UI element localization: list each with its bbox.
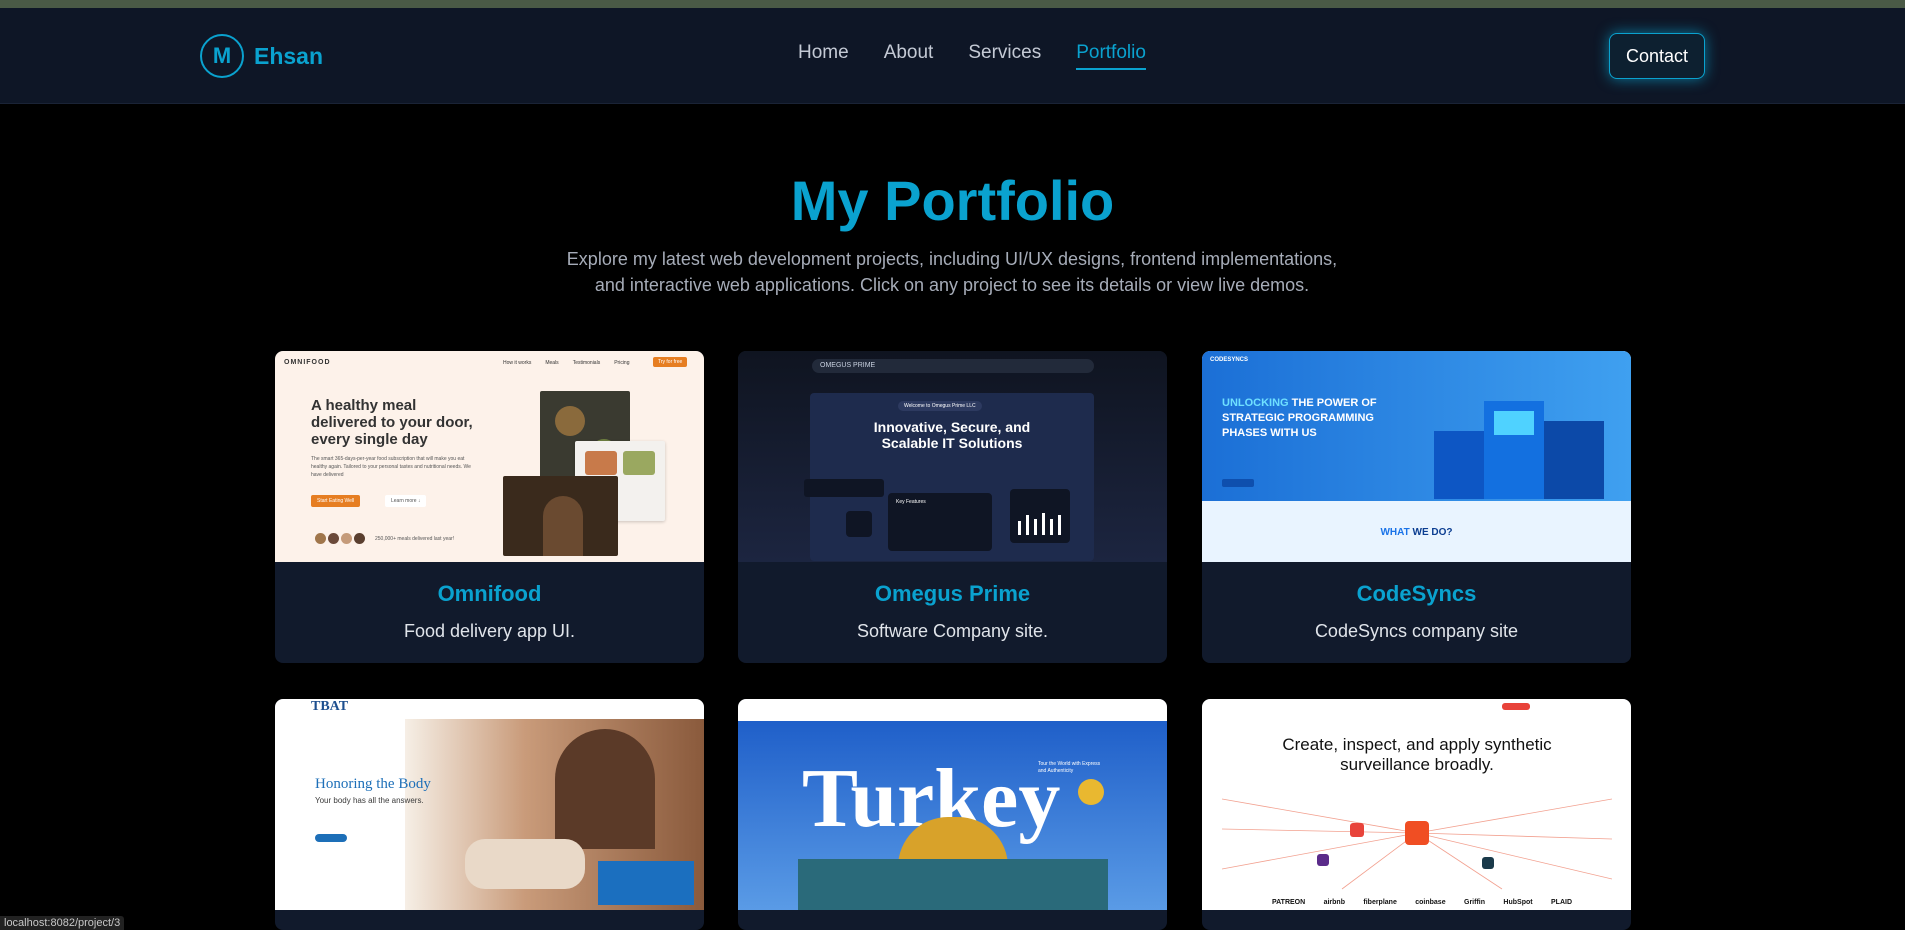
thumb-body: The smart 365-days-per-year food subscri… [311,456,471,478]
thumb-btn-secondary: Learn more ↓ [385,495,427,507]
project-card-5[interactable]: Tour the World with Express and Authenti… [738,699,1167,930]
project-thumbnail: TBAT Honoring the Body Your body has all… [275,699,704,910]
project-thumbnail: Create, inspect, and apply synthetic sur… [1202,699,1631,910]
thumb-logo: OMEGUS PRIME [820,362,876,369]
site-header: M Ehsan Home About Services Portfolio Co… [0,8,1905,104]
project-title: Omegus Prime [874,581,1031,606]
thumb-brand-logos: PATREON airbnb fiberplane coinbase Griff… [1272,899,1572,906]
brand-name: Ehsan [254,42,324,69]
thumb-hero: Welcome to Omegus Prime LLC Innovative, … [804,393,1094,561]
thumb-brand: fiberplane [1363,899,1397,906]
thumb-network-illustration [1222,798,1612,890]
thumb-logo: OMNIFOOD [284,359,331,366]
thumb-logo: TBAT [311,699,349,714]
thumb-button [315,834,347,842]
nav-services[interactable]: Services [968,42,1041,70]
brand-badge: M [200,34,244,78]
project-card-4[interactable]: TBAT Honoring the Body Your body has all… [275,699,704,930]
thumb-nav-item: Pricing [614,360,630,366]
thumb-nav-item: Meals [545,360,559,366]
thumb-sub: Your body has all the answers. [315,796,424,805]
thumb-navbar: OMEGUS PRIME [812,359,1094,373]
thumb-brand: coinbase [1415,899,1446,906]
thumb-badge [1078,779,1104,805]
window-top-strip [0,0,1905,8]
status-bar-url: localhost:8082/project/3 [0,916,125,930]
project-card-codesyncs[interactable]: CODESYNCS UNLOCKING THE POWER OF STRATEG… [1202,351,1631,663]
thumb-nav: How it works Meals Testimonials Pricing [503,360,630,366]
thumb-headline: Innovative, Secure, and Scalable IT Solu… [873,419,1031,451]
thumb-nav-item: Testimonials [572,360,601,366]
thumb-headline: Create, inspect, and apply synthetic sur… [1282,735,1552,774]
thumb-headline: A healthy meal delivered to your door, e… [311,397,473,448]
thumb-btn-primary: Start Eating Well [311,495,361,507]
project-title: CodeSyncs [1356,581,1477,606]
thumb-cta [1502,703,1530,710]
thumb-section-accent: WHAT [1380,527,1410,538]
thumb-cta: Try for free [653,357,688,367]
thumb-features: Key Features [888,493,992,551]
thumb-brand: Griffin [1464,899,1486,906]
thumb-person-photo [503,476,618,556]
thumb-chart [1010,489,1070,543]
main-nav: Home About Services Portfolio [798,42,1146,70]
thumb-avatars [315,533,370,545]
thumb-features-label: Key Features [896,499,926,505]
project-thumbnail: OMEGUS PRIME Welcome to Omegus Prime LLC… [738,351,1167,562]
thumb-logo: CODESYNCS [1210,357,1249,363]
project-title: Omnifood [437,581,542,606]
thumb-section-title: WHAT WE DO? [1202,527,1631,538]
contact-button[interactable]: Contact [1609,33,1705,79]
project-card-omnifood[interactable]: OMNIFOOD How it works Meals Testimonials… [275,351,704,663]
project-card-6[interactable]: Create, inspect, and apply synthetic sur… [1202,699,1631,930]
thumb-button [1222,479,1254,487]
thumb-headline: Honoring the Body [315,776,431,792]
thumb-footnote: 250,000+ meals delivered last year! [375,536,455,542]
thumb-nav-item: How it works [503,360,532,366]
nav-portfolio[interactable]: Portfolio [1076,42,1146,70]
brand-logo[interactable]: M Ehsan [200,34,323,78]
project-description: Software Company site. [856,621,1049,641]
project-thumbnail: CODESYNCS UNLOCKING THE POWER OF STRATEG… [1202,351,1631,562]
thumb-loader [846,511,872,537]
thumb-isometric-illustration [1434,381,1614,499]
project-description: CodeSyncs company site [1314,621,1519,641]
thumb-headline: UNLOCKING THE POWER OF STRATEGIC PROGRAM… [1222,396,1402,441]
page-description: Explore my latest web development projec… [566,249,1338,295]
thumb-promo-box [598,861,694,905]
thumb-headline-accent: UNLOCKING [1222,397,1289,409]
thumb-brand: PATREON [1272,899,1306,906]
project-card-omegus-prime[interactable]: OMEGUS PRIME Welcome to Omegus Prime LLC… [738,351,1167,663]
project-thumbnail: Tour the World with Express and Authenti… [738,699,1167,910]
nav-home[interactable]: Home [798,42,849,70]
thumb-brand: airbnb [1323,899,1345,906]
page-title: My Portfolio [790,169,1115,232]
thumb-widget [804,479,884,497]
project-thumbnail: OMNIFOOD How it works Meals Testimonials… [275,351,704,562]
thumb-brand: PLAID [1551,899,1572,906]
thumb-brand: HubSpot [1503,899,1533,906]
nav-about[interactable]: About [884,42,934,70]
thumb-pill: Welcome to Omegus Prime LLC [898,401,982,411]
project-description: Food delivery app UI. [403,621,576,641]
thumb-building [798,859,1108,910]
thumb-section-text: WE DO? [1412,527,1453,538]
